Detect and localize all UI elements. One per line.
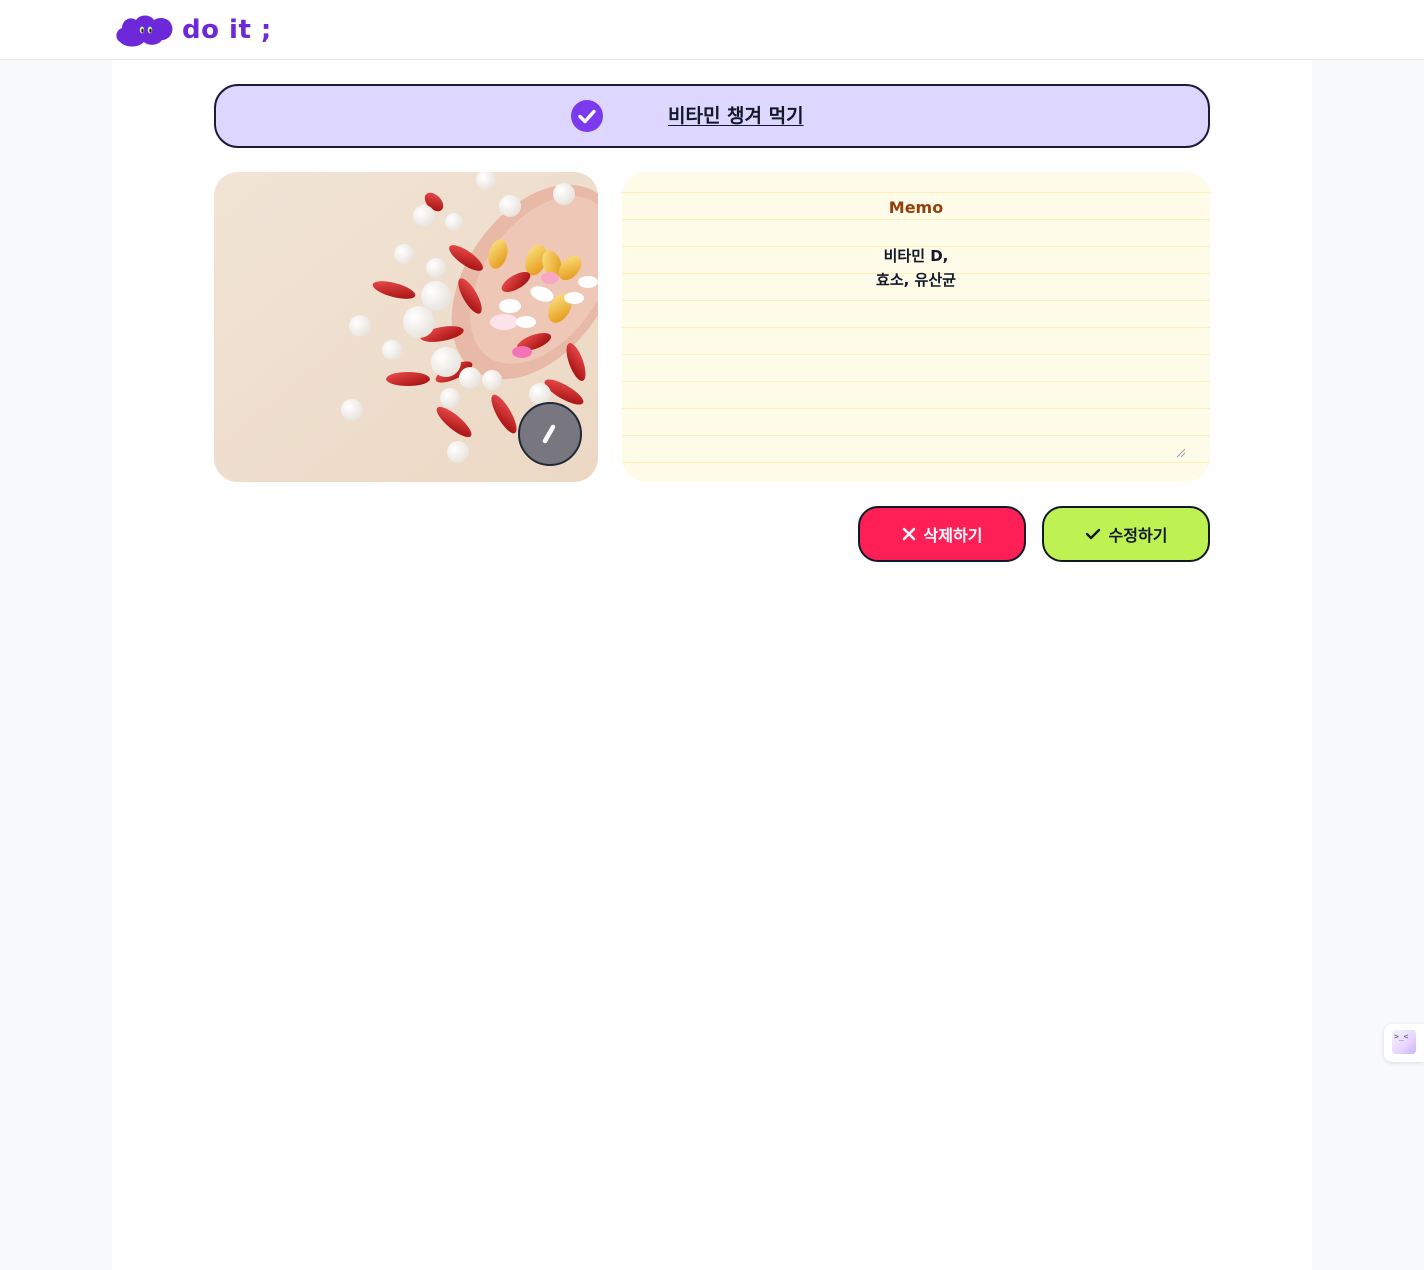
check-icon — [578, 109, 596, 124]
todo-title[interactable]: 비타민 챙겨 먹기 — [668, 102, 804, 130]
logo-text: do it ; — [182, 15, 272, 45]
delete-button-label: 삭제하기 — [923, 526, 983, 545]
complete-toggle[interactable] — [571, 100, 603, 132]
resize-grip-icon[interactable] — [1176, 448, 1186, 458]
todo-detail-page: 비타민 챙겨 먹기 Memo 비타민 D, 효소, 유산균 삭제하기 수정하기 — [112, 60, 1312, 1270]
top-navigation-bar: do it ; — [0, 0, 1424, 60]
todo-image — [214, 172, 598, 482]
edit-button-label: 수정하기 — [1108, 526, 1168, 545]
helper-face-icon: >_< — [1392, 1030, 1416, 1054]
edit-image-button[interactable] — [518, 402, 582, 466]
logo-mascot-icon — [116, 15, 173, 47]
edit-button[interactable]: 수정하기 — [1042, 506, 1210, 562]
checkmark-icon — [1085, 528, 1100, 540]
todo-title-bar: 비타민 챙겨 먹기 — [214, 84, 1210, 148]
memo-heading: Memo — [888, 198, 944, 217]
delete-button[interactable]: 삭제하기 — [858, 506, 1026, 562]
memo-textarea[interactable]: 비타민 D, 효소, 유산균 — [646, 244, 1186, 458]
logo[interactable]: do it ; — [114, 12, 272, 48]
memo-card: Memo 비타민 D, 효소, 유산균 — [622, 172, 1210, 482]
pencil-icon — [542, 424, 556, 444]
close-icon — [902, 527, 915, 541]
floating-helper-widget[interactable]: >_< — [1384, 1024, 1424, 1062]
